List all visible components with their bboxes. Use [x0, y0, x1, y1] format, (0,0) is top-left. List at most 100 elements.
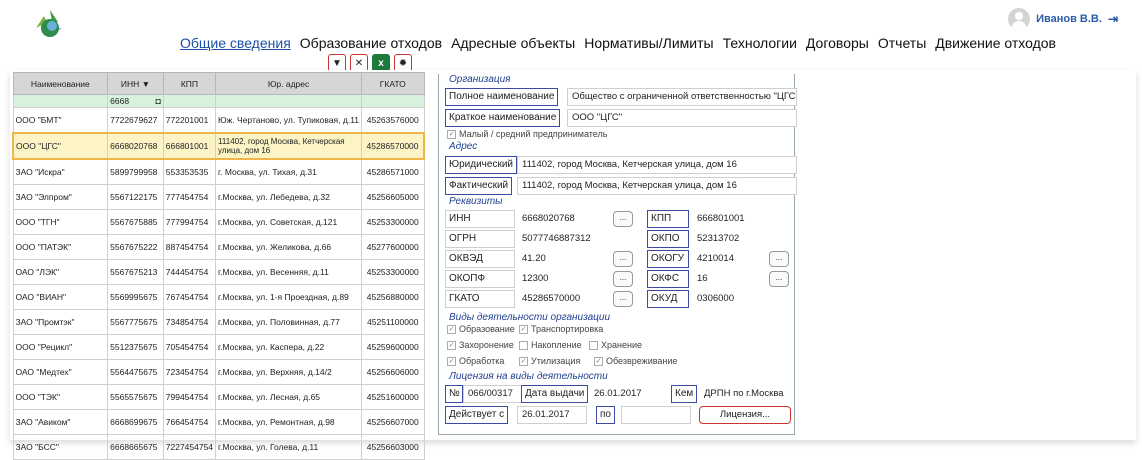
- table-row[interactable]: ООО "ПАТЭК" 5567675222 887454754 г.Москва, …: [12, 234, 425, 260]
- col-inn[interactable]: ИНН ▼: [107, 72, 164, 95]
- cell-name[interactable]: ООО "ПАТЭК": [12, 234, 109, 260]
- cell-inn[interactable]: 5564475675: [107, 359, 164, 385]
- cell-inn[interactable]: 5567122175: [107, 184, 164, 210]
- table-row[interactable]: ООО "БМТ" 7722679627 772201001 Юж. Чертанов…: [12, 107, 425, 134]
- cell-name[interactable]: ООО "ТЭК": [12, 384, 109, 410]
- cell-kpp[interactable]: 799454754: [162, 384, 217, 410]
- cell-name[interactable]: ОАО "Медтех": [12, 359, 109, 385]
- cell-kpp[interactable]: 767454754: [162, 284, 217, 310]
- cell-inn[interactable]: 5567675885: [107, 209, 164, 235]
- activity-checkbox[interactable]: ✓ Обработка: [447, 356, 504, 366]
- cell-address[interactable]: г.Москва, ул. 1-я Проездная, д.89: [215, 284, 363, 310]
- table-row[interactable]: ООО "ТЭК" 5565575675 799454754 г.Москва, ул…: [12, 384, 425, 410]
- cell-name[interactable]: ОАО "ЛЭК": [12, 259, 109, 285]
- user-name[interactable]: Иванов В.В.: [1036, 13, 1102, 25]
- filter-inn-cell[interactable]: 6668 ◘: [107, 94, 164, 108]
- cell-kpp[interactable]: 723454754: [162, 359, 217, 385]
- table-row[interactable]: ЗАО "Элпром" 5567122175 777454754 г.Москва,…: [12, 184, 425, 210]
- cell-inn[interactable]: 5565575675: [107, 384, 164, 410]
- cell-address[interactable]: г.Москва, ул. Советская, д.121: [215, 209, 363, 235]
- okved-field[interactable]: 41.20: [517, 250, 607, 268]
- cell-kpp[interactable]: 7227454754: [162, 434, 217, 460]
- cell-name[interactable]: ООО "Рецикл": [12, 334, 109, 360]
- table-row[interactable]: ЗАО "Авиком" 6668699675 766454754 г.Москва,…: [12, 409, 425, 435]
- table-row[interactable]: ЗАО "Промтэк" 5567775675 734854754 г.Москва…: [12, 309, 425, 335]
- okpo-field[interactable]: 52313702: [692, 230, 787, 248]
- cell-gkato[interactable]: 45286571000: [361, 158, 425, 185]
- logout-icon[interactable]: ⇥: [1108, 12, 1118, 26]
- table-row[interactable]: ОАО "ВИАН" 5569995675 767454754 г.Москва, у…: [12, 284, 425, 310]
- checkbox-box[interactable]: ✓: [594, 356, 603, 366]
- checkbox-box[interactable]: ✓: [519, 324, 528, 334]
- cell-inn[interactable]: 7722679627: [107, 107, 164, 134]
- tab-reports[interactable]: Отчеты: [878, 35, 926, 51]
- okved-lookup-button[interactable]: ...: [613, 251, 633, 267]
- cell-name[interactable]: ОАО "ВИАН": [12, 284, 109, 310]
- cell-inn[interactable]: 6668020768: [107, 132, 164, 160]
- cell-name[interactable]: ООО "ЦГС": [12, 132, 109, 160]
- activity-checkbox[interactable]: ✓ Обезвреживание: [594, 356, 677, 366]
- cell-gkato[interactable]: 45253300000: [361, 209, 425, 235]
- col-address[interactable]: Юр. адрес: [215, 72, 363, 95]
- gkato-field[interactable]: 45286570000: [517, 290, 607, 308]
- filter-address-cell[interactable]: [215, 94, 363, 108]
- cell-name[interactable]: ЗАО "Элпром": [12, 184, 109, 210]
- cell-address[interactable]: 111402, город Москва, Кетчерская улица, …: [215, 132, 363, 160]
- filter-name-cell[interactable]: [12, 94, 109, 108]
- small-business-checkbox[interactable]: ✓ Малый / средний предприниматель: [447, 129, 607, 139]
- issue-date-field[interactable]: 26.01.2017: [589, 385, 659, 403]
- cell-gkato[interactable]: 45256605000: [361, 184, 425, 210]
- cell-gkato[interactable]: 45256606000: [361, 359, 425, 385]
- inn-lookup-button[interactable]: ...: [613, 211, 633, 227]
- actual-address-field[interactable]: 111402, город Москва, Кетчерская улица, …: [517, 177, 797, 195]
- activity-checkbox[interactable]: ✓ Утилизация: [519, 356, 580, 366]
- cell-inn[interactable]: 6668665675: [107, 434, 164, 460]
- cell-name[interactable]: ЗАО "Искра": [12, 158, 109, 185]
- filter-kpp-cell[interactable]: [162, 94, 217, 108]
- filter-inn-input[interactable]: 6668: [110, 96, 129, 106]
- cell-address[interactable]: г.Москва, ул. Верхняя, д.14/2: [215, 359, 363, 385]
- checkbox-box[interactable]: ✓: [519, 356, 528, 366]
- cell-kpp[interactable]: 777454754: [162, 184, 217, 210]
- activity-checkbox[interactable]: Хранение: [589, 340, 642, 350]
- legal-address-field[interactable]: 111402, город Москва, Кетчерская улица, …: [517, 156, 797, 174]
- tab-waste-generation[interactable]: Образование отходов: [300, 35, 442, 51]
- table-row[interactable]: ОАО "ЛЭК" 5567675213 744454754 г.Москва, ул…: [12, 259, 425, 285]
- cell-address[interactable]: г. Москва, ул. Тихая, д.31: [215, 158, 363, 185]
- cell-inn[interactable]: 5569995675: [107, 284, 164, 310]
- cell-address[interactable]: г.Москва, ул. Лесная, д.65: [215, 384, 363, 410]
- checkbox-box[interactable]: ✓: [447, 340, 456, 350]
- user-menu[interactable]: Иванов В.В. ⇥: [1008, 8, 1118, 30]
- ogrn-field[interactable]: 5077746887312: [517, 230, 617, 248]
- cell-name[interactable]: ООО "БМТ": [12, 107, 109, 134]
- tab-norms-limits[interactable]: Нормативы/Лимиты: [584, 35, 713, 51]
- gkato-lookup-button[interactable]: ...: [613, 291, 633, 307]
- cell-gkato[interactable]: 45263576000: [361, 107, 425, 134]
- issued-by-field[interactable]: ДРПН по г.Москва: [699, 385, 794, 403]
- cell-name[interactable]: ЗАО "Авиком": [12, 409, 109, 435]
- table-row[interactable]: ООО "ТГН" 5567675885 777994754 г.Москва, ул…: [12, 209, 425, 235]
- cell-gkato[interactable]: 45253300000: [361, 259, 425, 285]
- filter-clear-icon[interactable]: ◘: [156, 96, 161, 106]
- cell-inn[interactable]: 5512375675: [107, 334, 164, 360]
- table-row[interactable]: ОАО "Медтех" 5564475675 723454754 г.Москва,…: [12, 359, 425, 385]
- cell-gkato[interactable]: 45277600000: [361, 234, 425, 260]
- cell-gkato[interactable]: 45256880000: [361, 284, 425, 310]
- table-row[interactable]: ООО "Рецикл" 5512375675 705454754 г.Москва,…: [12, 334, 425, 360]
- cell-kpp[interactable]: 705454754: [162, 334, 217, 360]
- kpp-field[interactable]: 666801001: [692, 210, 787, 228]
- checkbox-box[interactable]: ✓: [447, 129, 456, 139]
- valid-from-field[interactable]: 26.01.2017: [517, 406, 587, 424]
- checkbox-box[interactable]: [589, 340, 598, 350]
- cell-kpp[interactable]: 777994754: [162, 209, 217, 235]
- col-name[interactable]: Наименование: [12, 72, 109, 95]
- cell-kpp[interactable]: 772201001: [162, 107, 217, 134]
- cell-gkato[interactable]: 45286570000: [361, 132, 426, 160]
- checkbox-box[interactable]: ✓: [447, 356, 456, 366]
- inn-field[interactable]: 6668020768: [517, 210, 607, 228]
- cell-address[interactable]: г.Москва, ул. Каспера, д.22: [215, 334, 363, 360]
- cell-address[interactable]: Юж. Чертаново, ул. Тупиковая, д.11: [215, 107, 363, 134]
- cell-inn[interactable]: 5567675222: [107, 234, 164, 260]
- tab-technologies[interactable]: Технологии: [723, 35, 797, 51]
- cell-address[interactable]: г.Москва, ул. Весенняя, д.11: [215, 259, 363, 285]
